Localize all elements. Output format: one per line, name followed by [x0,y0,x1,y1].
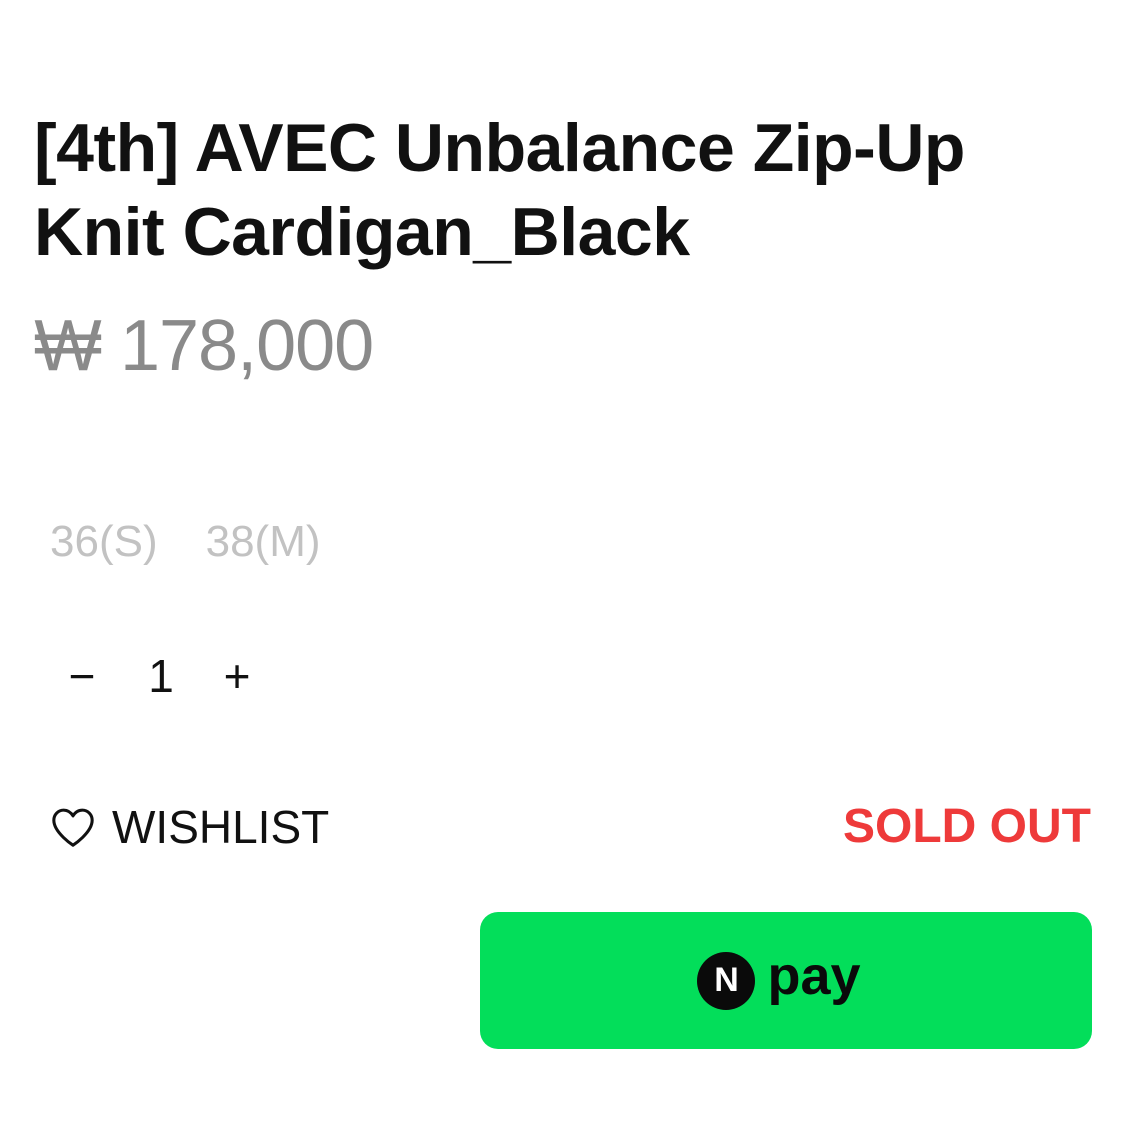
npay-label: pay [767,945,861,1006]
npay-button[interactable]: N pay [480,912,1092,1049]
quantity-increment-button[interactable]: + [217,646,257,706]
quantity-value: 1 [148,650,174,702]
wishlist-button[interactable]: WISHLIST [50,798,329,856]
size-options: 36(S) 38(M) [50,514,321,570]
heart-outline-icon [52,808,94,847]
naver-n-icon: N [697,951,756,1010]
quantity-stepper: − 1 + [62,646,257,706]
sold-out-status: SOLD OUT [843,800,1091,853]
quantity-decrement-button[interactable]: − [62,646,102,706]
product-price: ₩ 178,000 [34,306,374,386]
npay-logo: N pay [697,945,861,1015]
product-title: [4th] AVEC Unbalance Zip-Up Knit Cardiga… [34,110,965,270]
size-option-36s[interactable]: 36(S) [50,514,158,570]
wishlist-label: WISHLIST [112,801,330,853]
size-option-38m[interactable]: 38(M) [206,514,321,570]
